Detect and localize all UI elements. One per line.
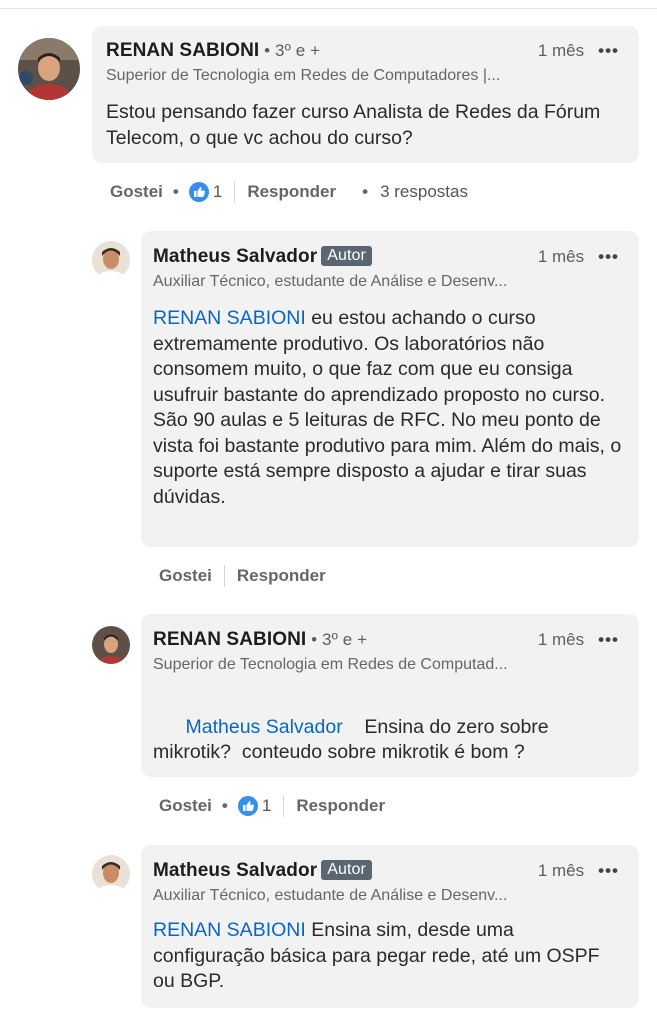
comment-meta: 1 mês ••• (538, 41, 619, 61)
comment-text: Matheus Salvador Ensina do zero sobre mi… (153, 715, 555, 764)
author-name[interactable]: RENAN SABIONI • 3º e + (153, 629, 367, 651)
like-count[interactable]: 1 (262, 796, 271, 816)
author-name[interactable]: Matheus Salvador Autor (153, 860, 372, 882)
avatar[interactable] (92, 855, 130, 893)
divider (283, 795, 285, 817)
like-button[interactable]: Gostei (159, 796, 212, 816)
author-badge: Autor (321, 246, 372, 266)
comment-meta: 1 mês ••• (538, 247, 619, 267)
author-headline: Auxiliar Técnico, estudante de Análise e… (153, 273, 508, 290)
like-button[interactable]: Gostei (110, 182, 163, 202)
reply-button[interactable]: Responder (237, 566, 326, 586)
like-button[interactable]: Gostei (159, 566, 212, 586)
separator-dot: • (172, 182, 179, 201)
top-divider (0, 8, 657, 9)
comment-actions: Gostei • 1 Responder • 3 respostas (110, 181, 468, 203)
thumbs-up-icon (237, 796, 258, 816)
comment-meta: 1 mês ••• (538, 861, 619, 881)
author-name[interactable]: RENAN SABIONI • 3º e + (106, 40, 320, 62)
more-options-icon[interactable]: ••• (598, 41, 619, 61)
reply-button[interactable]: Responder (247, 182, 336, 202)
divider (234, 181, 236, 203)
author-headline: Auxiliar Técnico, estudante de Análise e… (153, 887, 508, 904)
author-name[interactable]: Matheus Salvador Autor (153, 246, 372, 268)
separator-dot: • (362, 182, 369, 201)
timestamp: 1 mês (537, 861, 585, 880)
comment-meta: 1 mês ••• (538, 630, 619, 650)
avatar[interactable] (92, 626, 130, 664)
mention-link[interactable]: Matheus Salvador (186, 716, 343, 738)
mention-link[interactable]: RENAN SABIONI (153, 307, 306, 329)
more-options-icon[interactable]: ••• (598, 630, 619, 650)
thumbs-up-icon (188, 182, 209, 202)
connection-degree: • 3º e + (259, 41, 321, 60)
divider (223, 565, 225, 587)
comment-bubble: Matheus Salvador Autor 1 mês ••• Auxiliar … (141, 845, 639, 1008)
author-headline: Superior de Tecnologia em Redes de Compu… (106, 67, 501, 84)
timestamp: 1 mês (537, 41, 585, 60)
avatar[interactable] (92, 241, 130, 279)
connection-degree: • 3º e + (306, 630, 368, 649)
comment-bubble: RENAN SABIONI • 3º e + 1 mês ••• Superior… (141, 614, 639, 777)
more-options-icon[interactable]: ••• (598, 861, 619, 881)
reply-button[interactable]: Responder (296, 796, 385, 816)
author-headline: Superior de Tecnologia em Redes de Compu… (153, 656, 508, 673)
comment-text: RENAN SABIONI eu estou achando o curso e… (153, 307, 622, 508)
comment-bubble: RENAN SABIONI • 3º e + 1 mês ••• Superior… (92, 26, 639, 163)
timestamp: 1 mês (537, 247, 585, 266)
author-badge: Autor (321, 860, 372, 880)
comment-actions: Gostei • 1 Responder (159, 795, 385, 817)
separator-dot: • (221, 796, 228, 815)
comment-bubble: Matheus Salvador Autor 1 mês ••• Auxiliar … (141, 231, 639, 547)
comment-actions: Gostei Responder (159, 565, 326, 587)
comment-text: RENAN SABIONI Ensina sim, desde uma conf… (153, 919, 600, 992)
mention-link[interactable]: RENAN SABIONI (153, 919, 306, 941)
timestamp: 1 mês (537, 630, 585, 649)
like-count[interactable]: 1 (213, 182, 222, 202)
avatar[interactable] (18, 38, 80, 100)
replies-count[interactable]: 3 respostas (380, 182, 468, 202)
more-options-icon[interactable]: ••• (598, 247, 619, 267)
comment-text: Estou pensando fazer curso Analista de R… (106, 101, 601, 149)
